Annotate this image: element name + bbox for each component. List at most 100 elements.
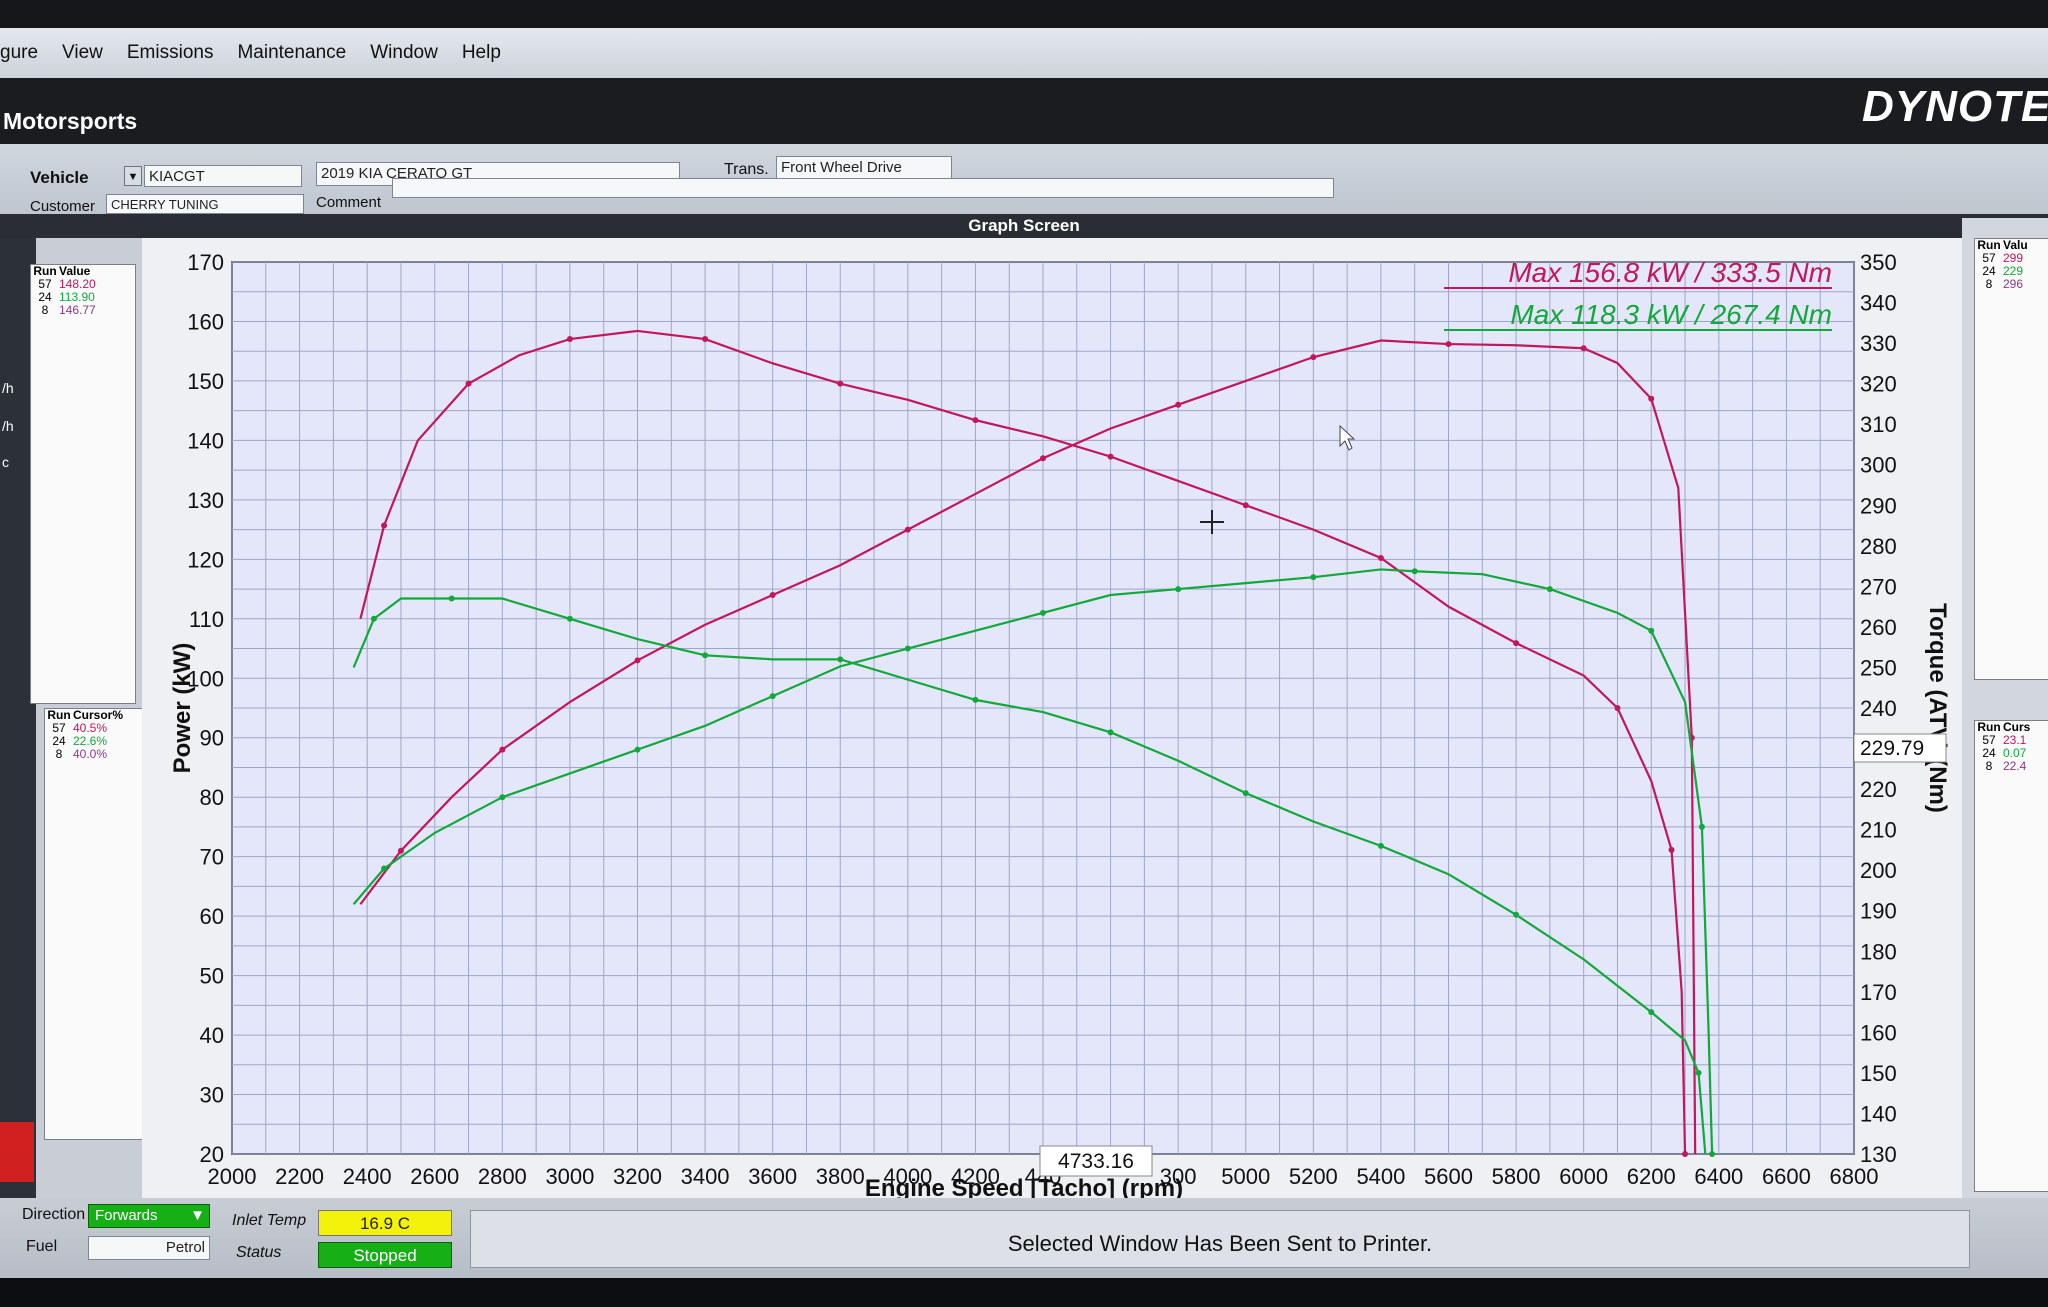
y2-tick-label: 350: [1860, 250, 1897, 275]
app-title-bar: Motorsports DYNOTEC: [0, 78, 2048, 144]
cursor-x-readout: 4733.16: [1058, 1150, 1134, 1173]
x-tick-label: 3600: [748, 1164, 797, 1189]
x-tick-label: 6600: [1762, 1164, 1811, 1189]
y2-tick-label: 160: [1860, 1020, 1897, 1045]
data-point: [1445, 341, 1452, 348]
y-tick-label: 130: [187, 488, 224, 513]
data-point: [702, 336, 709, 343]
y2-tick-label: 250: [1860, 655, 1897, 680]
data-point: [370, 615, 377, 622]
y-tick-label: 150: [187, 369, 224, 394]
y2-tick-label: 150: [1860, 1061, 1897, 1086]
data-point: [465, 380, 472, 387]
left-strip-label: /h: [2, 418, 14, 434]
data-point: [1682, 1151, 1689, 1157]
y2-tick-label: 280: [1860, 534, 1897, 559]
data-point: [1648, 395, 1655, 402]
trans-field[interactable]: Front Wheel Drive: [776, 156, 952, 180]
x-tick-label: 2200: [275, 1164, 324, 1189]
vehicle-dropdown-arrow-icon[interactable]: ▼: [124, 166, 142, 186]
data-point: [1614, 705, 1621, 711]
data-point: [397, 847, 404, 854]
data-point: [1513, 911, 1520, 918]
table-cell: 8: [1985, 277, 1993, 291]
x-tick-label: 6800: [1830, 1164, 1879, 1189]
data-point: [1580, 345, 1587, 352]
menu-item-maintenance[interactable]: Maintenance: [225, 42, 358, 64]
menu-item-window[interactable]: Window: [358, 42, 450, 64]
dyno-chart-svg[interactable]: 2030405060708090100110120130140150160170…: [142, 238, 1962, 1202]
direction-value: Forwards: [95, 1207, 158, 1224]
max-annotation-green: Max 118.3 kW / 267.4 Nm: [1510, 299, 1832, 330]
y2-tick-label: 240: [1860, 696, 1897, 721]
y-tick-label: 170: [187, 250, 224, 275]
menu-item-emissions[interactable]: Emissions: [115, 42, 226, 64]
y-tick-label: 80: [200, 785, 224, 810]
data-point: [1040, 455, 1046, 462]
y2-tick-label: 200: [1860, 858, 1897, 883]
y-tick-label: 120: [187, 547, 224, 572]
vehicle-label: Vehicle: [30, 168, 89, 187]
dyno-graph[interactable]: 20 30 40 50 60 70 80 90 100 110 120 130 140 150 160 170…: [142, 238, 1962, 1202]
x-tick-label: 5800: [1492, 1164, 1541, 1189]
menu-item-view[interactable]: View: [50, 42, 115, 64]
y2-axis-label: Torque (ATV) (Nm): [1924, 603, 1951, 813]
table-cell: 146.77: [59, 303, 96, 317]
y-tick-label: 140: [187, 428, 224, 453]
x-tick-label: 2600: [410, 1164, 459, 1189]
y2-tick-label: 330: [1860, 331, 1897, 356]
fuel-field[interactable]: Petrol: [88, 1236, 210, 1260]
x-tick-label: 5200: [1289, 1164, 1338, 1189]
data-point: [1648, 627, 1655, 634]
comment-label: Comment: [316, 194, 382, 211]
table-cell: 8: [41, 303, 49, 317]
status-label: Status: [236, 1244, 282, 1261]
y-tick-label: 160: [187, 309, 224, 334]
data-point: [566, 615, 573, 622]
table-cell: 40.0%: [73, 747, 108, 761]
data-point: [1668, 846, 1675, 853]
trans-label: Trans.: [724, 161, 769, 178]
fuel-label: Fuel: [26, 1238, 58, 1255]
monitor-bezel-bottom: [0, 1278, 2048, 1307]
data-point: [1310, 354, 1317, 361]
data-point: [381, 865, 388, 872]
y2-tick-label: 340: [1860, 291, 1897, 316]
status-badge: Stopped: [318, 1242, 452, 1268]
right-cursor-table: Run Curs 57 23.1 24 0.07 8 22.4: [1974, 720, 2048, 1192]
vehicle-id-field[interactable]: KIACGT: [144, 165, 302, 187]
y-tick-label: 30: [200, 1083, 224, 1108]
y2-tick-label: 290: [1860, 493, 1897, 518]
data-point: [769, 592, 776, 599]
data-point: [381, 522, 388, 529]
menu-item-help[interactable]: Help: [450, 42, 513, 64]
menu-item-configure[interactable]: gure: [0, 42, 50, 64]
data-point: [1377, 554, 1384, 561]
chevron-down-icon: ▼: [190, 1207, 205, 1224]
x-tick-label: 3800: [816, 1164, 865, 1189]
data-point: [1175, 586, 1182, 593]
customer-field[interactable]: CHERRY TUNING: [106, 194, 304, 214]
vehicle-bar: Vehicle ▼ KIACGT 2019 KIA CERATO GT Tran…: [0, 144, 2048, 215]
comment-field[interactable]: [392, 178, 1334, 198]
data-point: [566, 336, 573, 343]
inlet-temp-label: Inlet Temp: [232, 1212, 307, 1229]
y2-tick-label: 140: [1860, 1101, 1897, 1126]
y2-tick-label: 300: [1860, 453, 1897, 478]
table-cell: 8: [55, 747, 63, 761]
y2-tick-label: 180: [1860, 939, 1897, 964]
data-point: [634, 657, 641, 664]
y-tick-label: 60: [200, 904, 224, 929]
data-point: [702, 652, 709, 659]
data-point: [1242, 502, 1249, 509]
y2-tick-label: 270: [1860, 574, 1897, 599]
left-strip-label: /h: [2, 380, 14, 396]
data-point: [1175, 401, 1182, 408]
data-point: [1107, 453, 1114, 460]
x-tick-label: 6200: [1627, 1164, 1676, 1189]
status-message: Selected Window Has Been Sent to Printer…: [470, 1210, 1970, 1268]
y2-tick-label: 260: [1860, 615, 1897, 640]
y-tick-label: 90: [200, 726, 224, 751]
x-tick-label: 2400: [343, 1164, 392, 1189]
direction-select[interactable]: Forwards ▼: [88, 1204, 210, 1228]
